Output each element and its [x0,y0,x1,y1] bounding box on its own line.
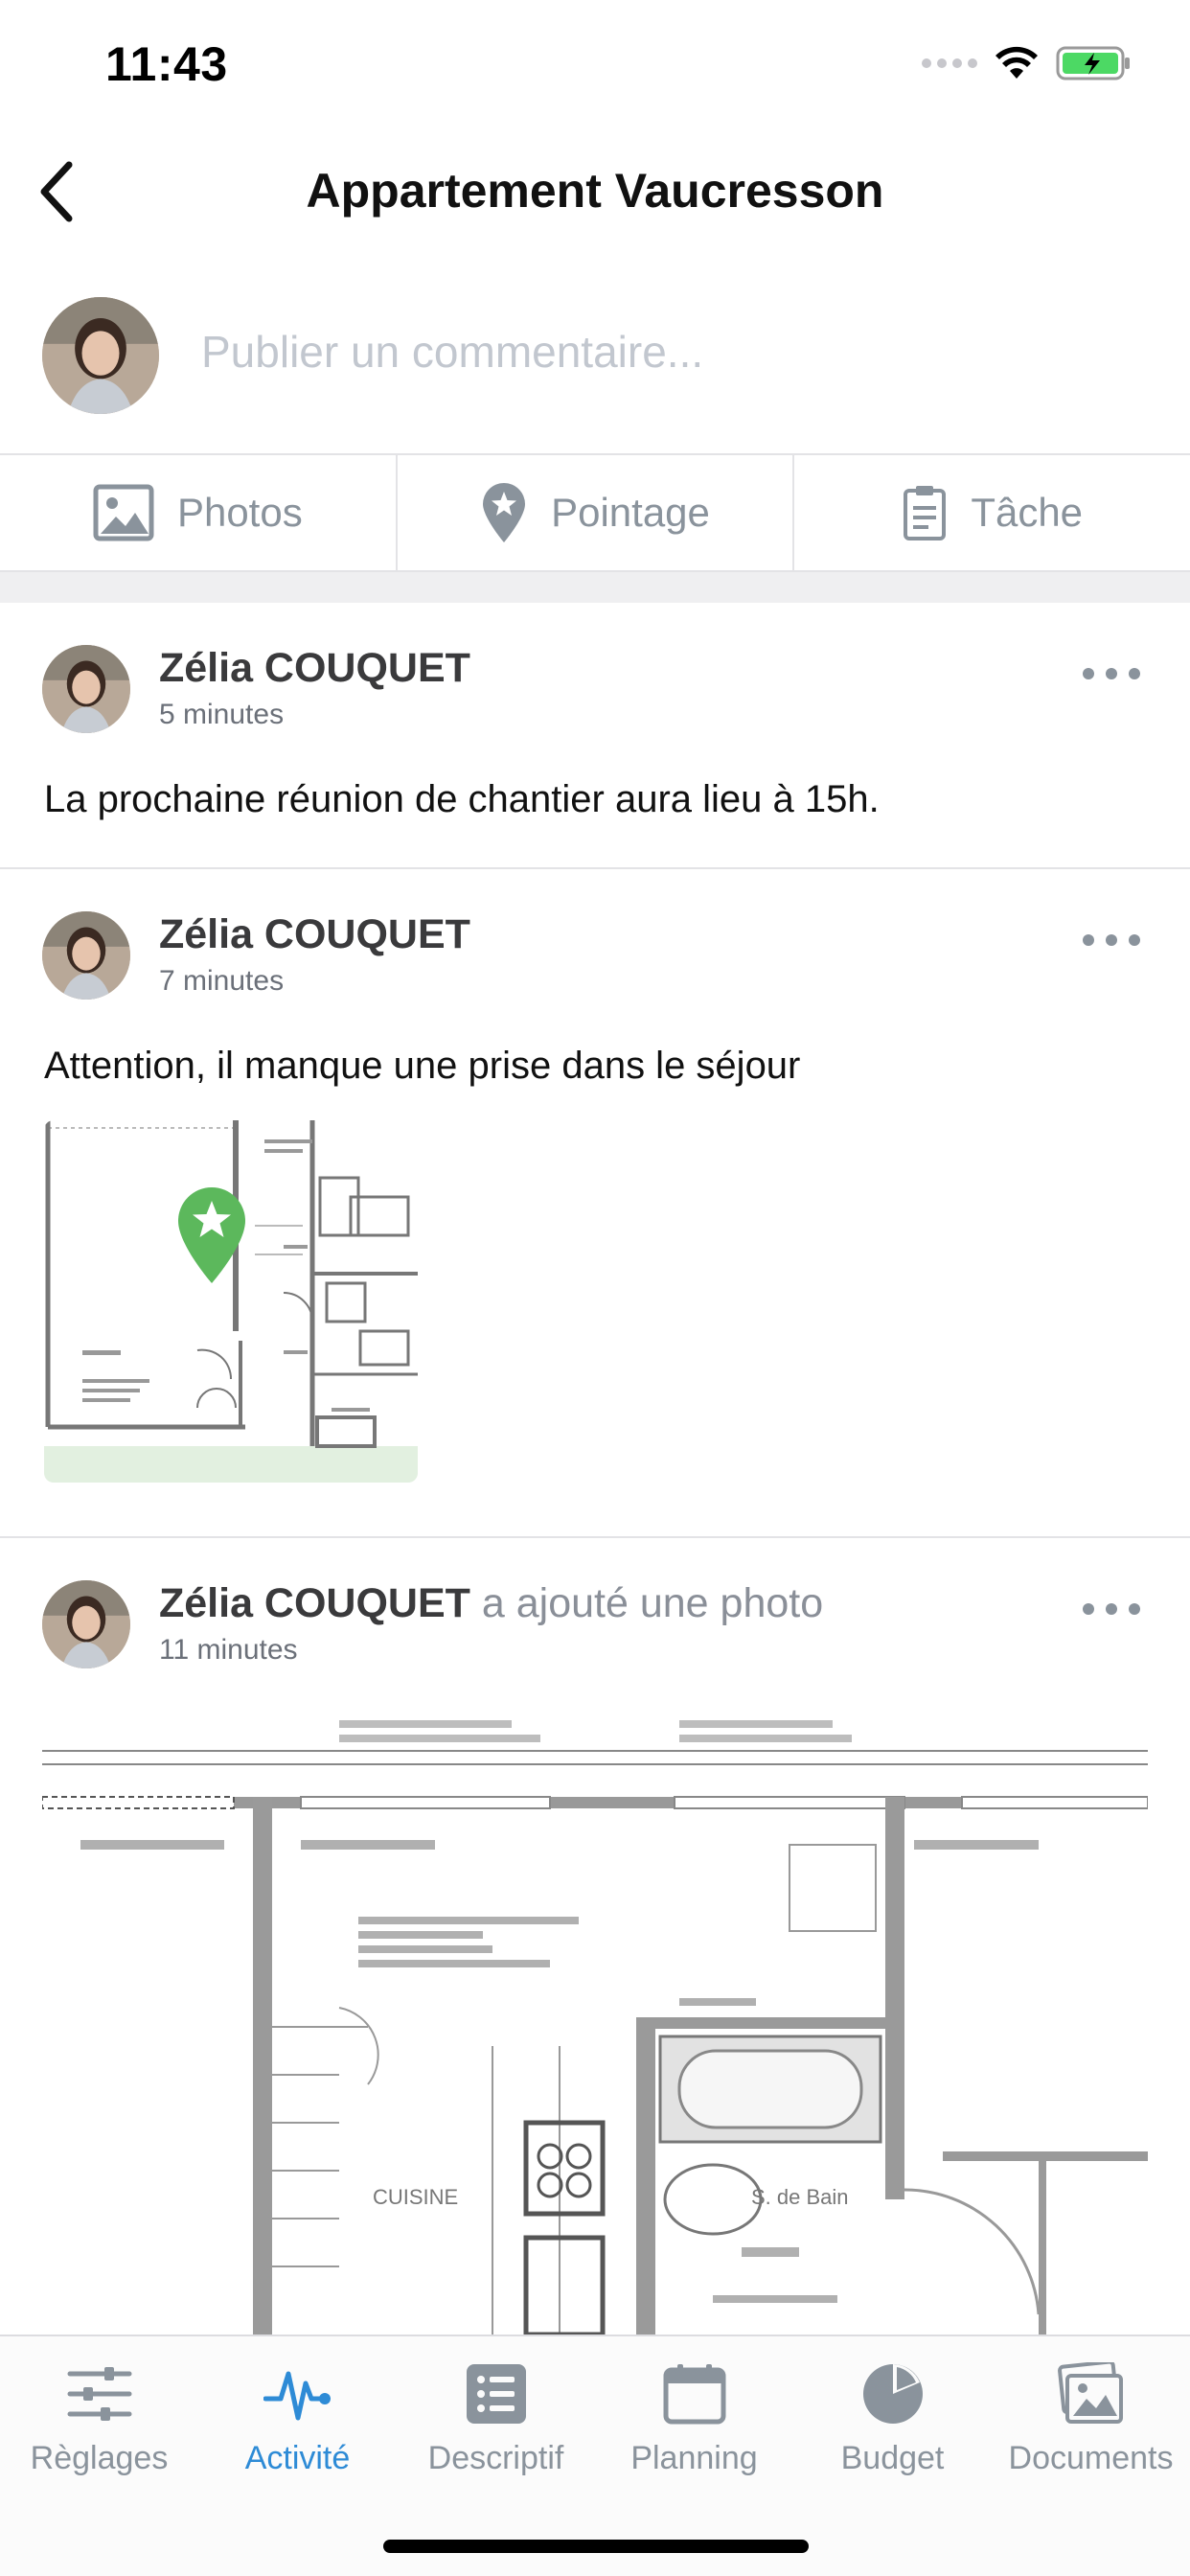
more-options-icon[interactable] [1083,662,1140,685]
post-time: 11 minutes [159,1634,298,1666]
tab-label: Documents [1008,2440,1174,2476]
clipboard-icon [904,486,947,540]
floor-plan-thumbnail[interactable] [44,1120,418,1483]
list-icon [466,2364,526,2424]
photos-label: Photos [176,490,303,535]
calendar-icon [663,2364,725,2425]
comment-input[interactable]: Publier un commentaire... [201,326,703,378]
floor-plan-image: CUISINE S. de Bain [42,1701,1148,2337]
tab-label: Planning [630,2440,758,2476]
more-options-icon[interactable] [1083,929,1140,952]
tab-planning[interactable]: Planning [595,2336,793,2518]
photos-button[interactable]: Photos [0,455,398,570]
post-text: Attention, il manque une prise dans le s… [44,1045,801,1087]
wifi-icon [995,46,1038,79]
action-row: Photos Pointage Tâche [0,455,1190,572]
feed-post: Zélia COUQUET a ajouté une photo 11 minu… [0,1538,1190,2429]
task-button[interactable]: Tâche [794,455,1190,570]
pointage-label: Pointage [551,490,710,535]
more-options-icon[interactable] [1083,1598,1140,1621]
home-indicator [383,2540,809,2553]
tab-reglages[interactable]: Règlages [0,2336,198,2518]
pin-star-icon [483,483,526,542]
status-bar: 11:43 [0,0,1190,125]
status-time: 11:43 [105,37,228,91]
svg-text:S. de Bain: S. de Bain [751,2185,849,2209]
page-title: Appartement Vaucresson [306,164,884,218]
image-icon [93,484,154,541]
tab-budget[interactable]: Budget [793,2336,992,2518]
avatar [42,1580,130,1668]
section-separator [0,572,1190,603]
avatar [42,645,130,733]
tab-label: Descriptif [427,2440,564,2476]
pulse-icon [263,2371,331,2421]
tab-label: Activité [244,2440,351,2476]
tab-label: Budget [840,2440,945,2476]
tab-documents[interactable]: Documents [992,2336,1190,2518]
post-text: La prochaine réunion de chantier aura li… [44,778,880,820]
task-label: Tâche [971,490,1084,535]
pointage-button[interactable]: Pointage [398,455,795,570]
comment-composer: Publier un commentaire... [0,259,1190,455]
post-action-text: a ajouté une photo [481,1580,824,1626]
post-author[interactable]: Zélia COUQUET a ajouté une photo [159,1580,823,1627]
tab-activite[interactable]: Activité [198,2336,397,2518]
status-icons [922,42,1133,84]
post-author[interactable]: Zélia COUQUET [159,911,470,958]
images-icon [1057,2362,1123,2424]
pie-chart-icon [862,2364,923,2424]
post-time: 5 minutes [159,699,285,730]
svg-text:CUISINE: CUISINE [373,2185,458,2209]
avatar [42,297,159,414]
tab-descriptif[interactable]: Descriptif [397,2336,595,2518]
battery-icon [1056,46,1130,80]
post-time: 7 minutes [159,965,285,997]
floor-plan-image [44,1120,418,1483]
post-photo[interactable]: CUISINE S. de Bain [42,1701,1148,2429]
feed-post: Zélia COUQUET 5 minutes La prochaine réu… [0,603,1190,869]
avatar [42,911,130,1000]
feed-post: Zélia COUQUET 7 minutes Attention, il ma… [0,869,1190,1538]
post-author[interactable]: Zélia COUQUET [159,645,470,692]
nav-bar: Appartement Vaucresson [0,144,1190,236]
sliders-icon [67,2367,131,2421]
signal-icon [922,58,977,68]
tab-label: Règlages [30,2440,169,2476]
